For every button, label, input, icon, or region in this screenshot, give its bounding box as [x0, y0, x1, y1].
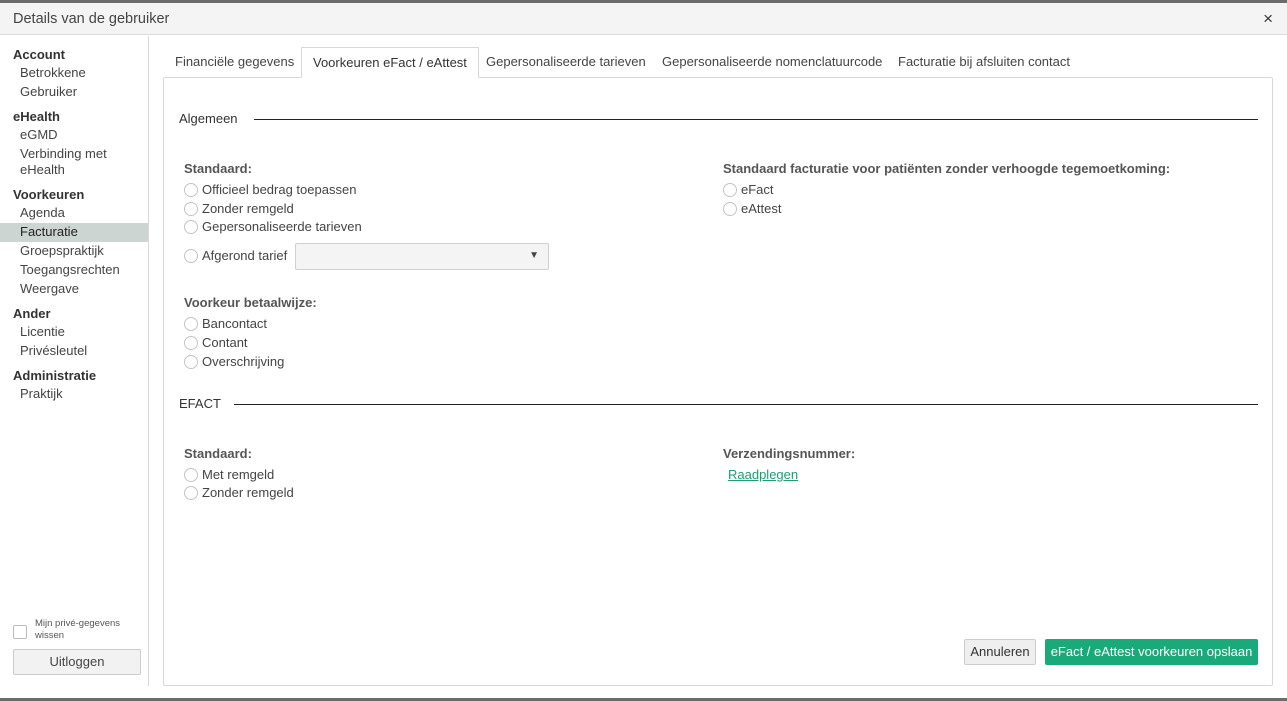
radio-circle-icon: [184, 335, 198, 350]
radio-circle-icon: [184, 467, 198, 482]
radio-efact-zonder-remgeld[interactable]: Zonder remgeld: [184, 484, 294, 502]
tab-gepersonaliseerde-tarieven[interactable]: Gepersonaliseerde tarieven: [475, 47, 657, 78]
sidebar-item-weergave[interactable]: Weergave: [0, 280, 148, 299]
radio-circle-icon: [184, 354, 198, 369]
radio-gepersonaliseerde-tarieven[interactable]: Gepersonaliseerde tarieven: [184, 218, 362, 236]
close-icon[interactable]: ×: [1263, 9, 1273, 29]
section-title-algemeen: Algemeen: [179, 111, 238, 126]
radio-overschrijving[interactable]: Overschrijving: [184, 353, 284, 371]
efact-standaard-label: Standaard:: [184, 446, 252, 461]
radio-bancontact[interactable]: Bancontact: [184, 315, 267, 333]
radio-label: eAttest: [741, 201, 782, 216]
radio-circle-icon: [184, 316, 198, 331]
sidebar-group-voorkeuren: Voorkeuren: [13, 187, 85, 202]
dropdown-arrow-icon: ▼: [529, 250, 539, 261]
radio-afgerond-tarief[interactable]: Afgerond tarief: [184, 247, 287, 265]
radio-label: Zonder remgeld: [202, 201, 294, 216]
afgerond-tarief-select[interactable]: ▼: [295, 243, 549, 270]
raadplegen-link[interactable]: Raadplegen: [728, 467, 798, 482]
sidebar-item-licentie[interactable]: Licentie: [0, 323, 148, 342]
sidebar-group-administratie: Administratie: [13, 368, 97, 383]
radio-circle-icon: [184, 182, 198, 197]
sidebar-item-facturatie[interactable]: Facturatie: [0, 223, 148, 242]
privacy-label: Mijn privé-gegevens wissen: [35, 618, 121, 641]
dialog-titlebar: Details van de gebruiker ×: [0, 3, 1287, 35]
radio-label: Overschrijving: [202, 354, 285, 369]
save-preferences-button[interactable]: eFact / eAttest voorkeuren opslaan: [1045, 639, 1258, 665]
radio-circle-icon: [184, 201, 198, 216]
tab-financiele-gegevens[interactable]: Financiële gegevens: [164, 47, 305, 78]
logout-button[interactable]: Uitloggen: [13, 649, 141, 675]
facturatie-label: Standaard facturatie voor patiënten zond…: [723, 161, 1171, 176]
radio-label: Gepersonaliseerde tarieven: [202, 219, 362, 234]
radio-officieel-bedrag[interactable]: Officieel bedrag toepassen: [184, 181, 356, 199]
radio-label: Afgerond tarief: [202, 248, 288, 263]
sidebar-group-ander: Ander: [13, 306, 51, 321]
radio-contant[interactable]: Contant: [184, 334, 248, 352]
radio-circle-icon: [723, 182, 737, 197]
sidebar-group-account: Account: [13, 47, 65, 62]
cancel-button[interactable]: Annuleren: [964, 639, 1036, 665]
privacy-checkbox[interactable]: [13, 625, 27, 639]
radio-eattest[interactable]: eAttest: [723, 200, 781, 218]
radio-label: Met remgeld: [202, 467, 275, 482]
radio-label: Bancontact: [202, 316, 268, 331]
sidebar-item-betrokkene[interactable]: Betrokkene: [0, 64, 148, 83]
sidebar-item-toegangsrechten[interactable]: Toegangsrechten: [0, 261, 148, 280]
radio-zonder-remgeld[interactable]: Zonder remgeld: [184, 200, 294, 218]
radio-circle-icon: [723, 201, 737, 216]
tab-gepersonaliseerde-nomenclatuurcode[interactable]: Gepersonaliseerde nomenclatuurcode: [651, 47, 893, 78]
sidebar-item-verbinding-ehealth[interactable]: Verbinding met eHealth: [0, 145, 110, 180]
sidebar: Account Betrokkene Gebruiker eHealth eGM…: [0, 36, 149, 686]
radio-met-remgeld[interactable]: Met remgeld: [184, 466, 274, 484]
betaalwijze-label: Voorkeur betaalwijze:: [184, 295, 317, 310]
sidebar-item-gebruiker[interactable]: Gebruiker: [0, 83, 148, 102]
radio-circle-icon: [184, 219, 198, 234]
dialog-title: Details van de gebruiker: [13, 11, 170, 27]
sidebar-item-egmd[interactable]: eGMD: [0, 126, 148, 145]
radio-efact[interactable]: eFact: [723, 181, 774, 199]
section-title-efact: EFACT: [179, 396, 221, 411]
sidebar-nav: Account Betrokkene Gebruiker eHealth eGM…: [0, 36, 148, 404]
sidebar-item-agenda[interactable]: Agenda: [0, 204, 148, 223]
tab-facturatie-afsluiten-contact[interactable]: Facturatie bij afsluiten contact: [887, 47, 1081, 78]
sidebar-item-privesleutel[interactable]: Privésleutel: [0, 342, 148, 361]
section-divider: [254, 119, 1258, 120]
section-divider: [234, 404, 1258, 405]
sidebar-group-ehealth: eHealth: [13, 109, 60, 124]
radio-label: Contant: [202, 335, 248, 350]
sidebar-item-groepspraktijk[interactable]: Groepspraktijk: [0, 242, 148, 261]
tab-voorkeuren-efact-eattest[interactable]: Voorkeuren eFact / eAttest: [301, 47, 479, 78]
radio-label: Zonder remgeld: [202, 485, 294, 500]
sidebar-item-praktijk[interactable]: Praktijk: [0, 385, 148, 404]
radio-circle-icon: [184, 248, 198, 263]
radio-label: Officieel bedrag toepassen: [202, 182, 357, 197]
radio-circle-icon: [184, 485, 198, 500]
standaard-label: Standaard:: [184, 161, 252, 176]
radio-label: eFact: [741, 182, 774, 197]
tab-bar: Financiële gegevens Voorkeuren eFact / e…: [163, 47, 1258, 78]
verzendingsnummer-label: Verzendingsnummer:: [723, 446, 856, 461]
